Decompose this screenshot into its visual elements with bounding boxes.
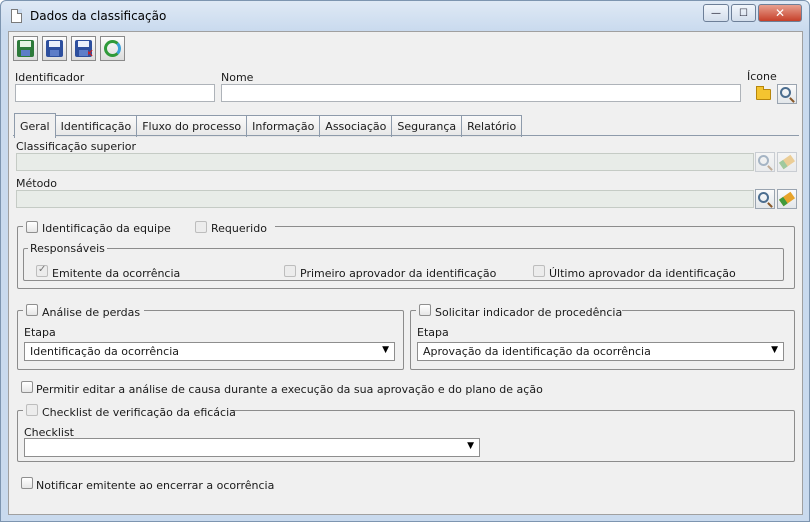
tab-associacao[interactable]: Associação <box>319 115 393 137</box>
eraser-icon <box>778 154 796 170</box>
analise-perdas-label: Análise de perdas <box>42 306 141 319</box>
notificar-label: Notificar emitente ao encerrar a ocorrên… <box>36 479 275 492</box>
tab-seguranca[interactable]: Segurança <box>391 115 463 137</box>
etapa-indicador-value: Aprovação da identificação da ocorrência <box>423 345 651 358</box>
search-icon <box>758 192 769 203</box>
tab-relatorio[interactable]: Relatório <box>461 115 523 137</box>
etapa-indicador-select[interactable]: Aprovação da identificação da ocorrência… <box>417 342 784 361</box>
solicitar-indicador-label: Solicitar indicador de procedência <box>435 306 623 319</box>
nome-input[interactable] <box>221 84 741 102</box>
responsaveis-legend: Responsáveis <box>28 242 107 255</box>
classificacao-search-button <box>755 152 775 172</box>
dropdown-arrow-icon: ▼ <box>382 345 389 355</box>
solicitar-indicador-checkbox[interactable] <box>419 304 431 316</box>
tab-fluxo-do-processo[interactable]: Fluxo do processo <box>136 115 248 137</box>
classificacao-superior-input <box>16 153 754 171</box>
emitente-checkbox <box>36 264 48 277</box>
ultimo-aprovador-label: Último aprovador da identificação <box>549 267 736 280</box>
requerido-checkbox <box>195 221 207 233</box>
nome-label: Nome <box>221 71 254 84</box>
document-icon <box>11 9 22 23</box>
minimize-button[interactable]: — <box>703 4 729 22</box>
permitir-editar-checkbox[interactable] <box>21 381 33 393</box>
save-discard-button[interactable]: ✕ <box>71 36 96 61</box>
folder-icon[interactable] <box>756 86 771 100</box>
save-and-exit-button[interactable] <box>42 36 67 61</box>
maximize-button[interactable]: ☐ <box>731 4 756 22</box>
search-icon <box>758 155 769 166</box>
requerido-label: Requerido <box>211 222 267 235</box>
metodo-search-button[interactable] <box>755 189 775 209</box>
metodo-label: Método <box>16 177 58 190</box>
etapa-indicador-label: Etapa <box>417 326 449 339</box>
dropdown-arrow-icon: ▼ <box>467 441 474 451</box>
save-icon <box>17 40 34 57</box>
save-discard-icon: ✕ <box>75 40 94 59</box>
permitir-editar-label: Permitir editar a análise de causa duran… <box>36 383 543 396</box>
checklist-checkbox <box>26 404 38 416</box>
etapa-perdas-label: Etapa <box>24 326 56 339</box>
etapa-perdas-value: Identificação da ocorrência <box>30 345 179 358</box>
save-exit-icon <box>46 40 63 57</box>
classificacao-superior-label: Classificação superior <box>16 140 137 153</box>
etapa-perdas-select[interactable]: Identificação da ocorrência ▼ <box>24 342 395 361</box>
tab-identificacao[interactable]: Identificação <box>54 115 138 137</box>
indicador-group <box>410 310 795 370</box>
metodo-clear-button[interactable] <box>777 189 797 209</box>
close-button[interactable]: ✕ <box>758 4 802 22</box>
classificacao-clear-button <box>777 152 797 172</box>
dialog-window: Dados da classificação — ☐ ✕ ✕ Identific… <box>0 0 810 522</box>
metodo-input <box>16 190 754 208</box>
identificacao-equipe-checkbox[interactable] <box>26 221 38 233</box>
tab-divider <box>13 135 799 136</box>
emitente-label: Emitente da ocorrência <box>52 267 181 280</box>
notificar-checkbox[interactable] <box>21 477 33 489</box>
tab-geral[interactable]: Geral <box>14 113 56 138</box>
eraser-icon <box>778 191 796 207</box>
analise-perdas-checkbox[interactable] <box>26 304 38 316</box>
checklist-select[interactable]: ▼ <box>24 438 480 457</box>
primeiro-aprovador-label: Primeiro aprovador da identificação <box>300 267 497 280</box>
icone-label: Ícone <box>747 70 777 83</box>
analise-perdas-group <box>17 310 404 370</box>
refresh-icon <box>104 40 121 57</box>
save-button[interactable] <box>13 36 38 61</box>
title-bar: Dados da classificação — ☐ ✕ <box>1 1 809 31</box>
icon-search-button[interactable] <box>777 84 797 104</box>
ultimo-aprovador-checkbox <box>533 265 545 277</box>
window-title: Dados da classificação <box>30 9 167 23</box>
toolbar: ✕ <box>13 36 125 61</box>
identificacao-equipe-label: Identificação da equipe <box>42 222 171 235</box>
dialog-body: ✕ Identificador Nome Ícone Geral Identif… <box>8 31 803 515</box>
refresh-button[interactable] <box>100 36 125 61</box>
tab-informacao[interactable]: Informação <box>246 115 321 137</box>
identificador-input[interactable] <box>15 84 215 102</box>
search-icon <box>780 87 791 98</box>
primeiro-aprovador-checkbox <box>284 265 296 277</box>
dropdown-arrow-icon: ▼ <box>771 345 778 355</box>
identificador-label: Identificador <box>15 71 85 84</box>
checklist-legend: Checklist de verificação da eficácia <box>42 406 236 419</box>
